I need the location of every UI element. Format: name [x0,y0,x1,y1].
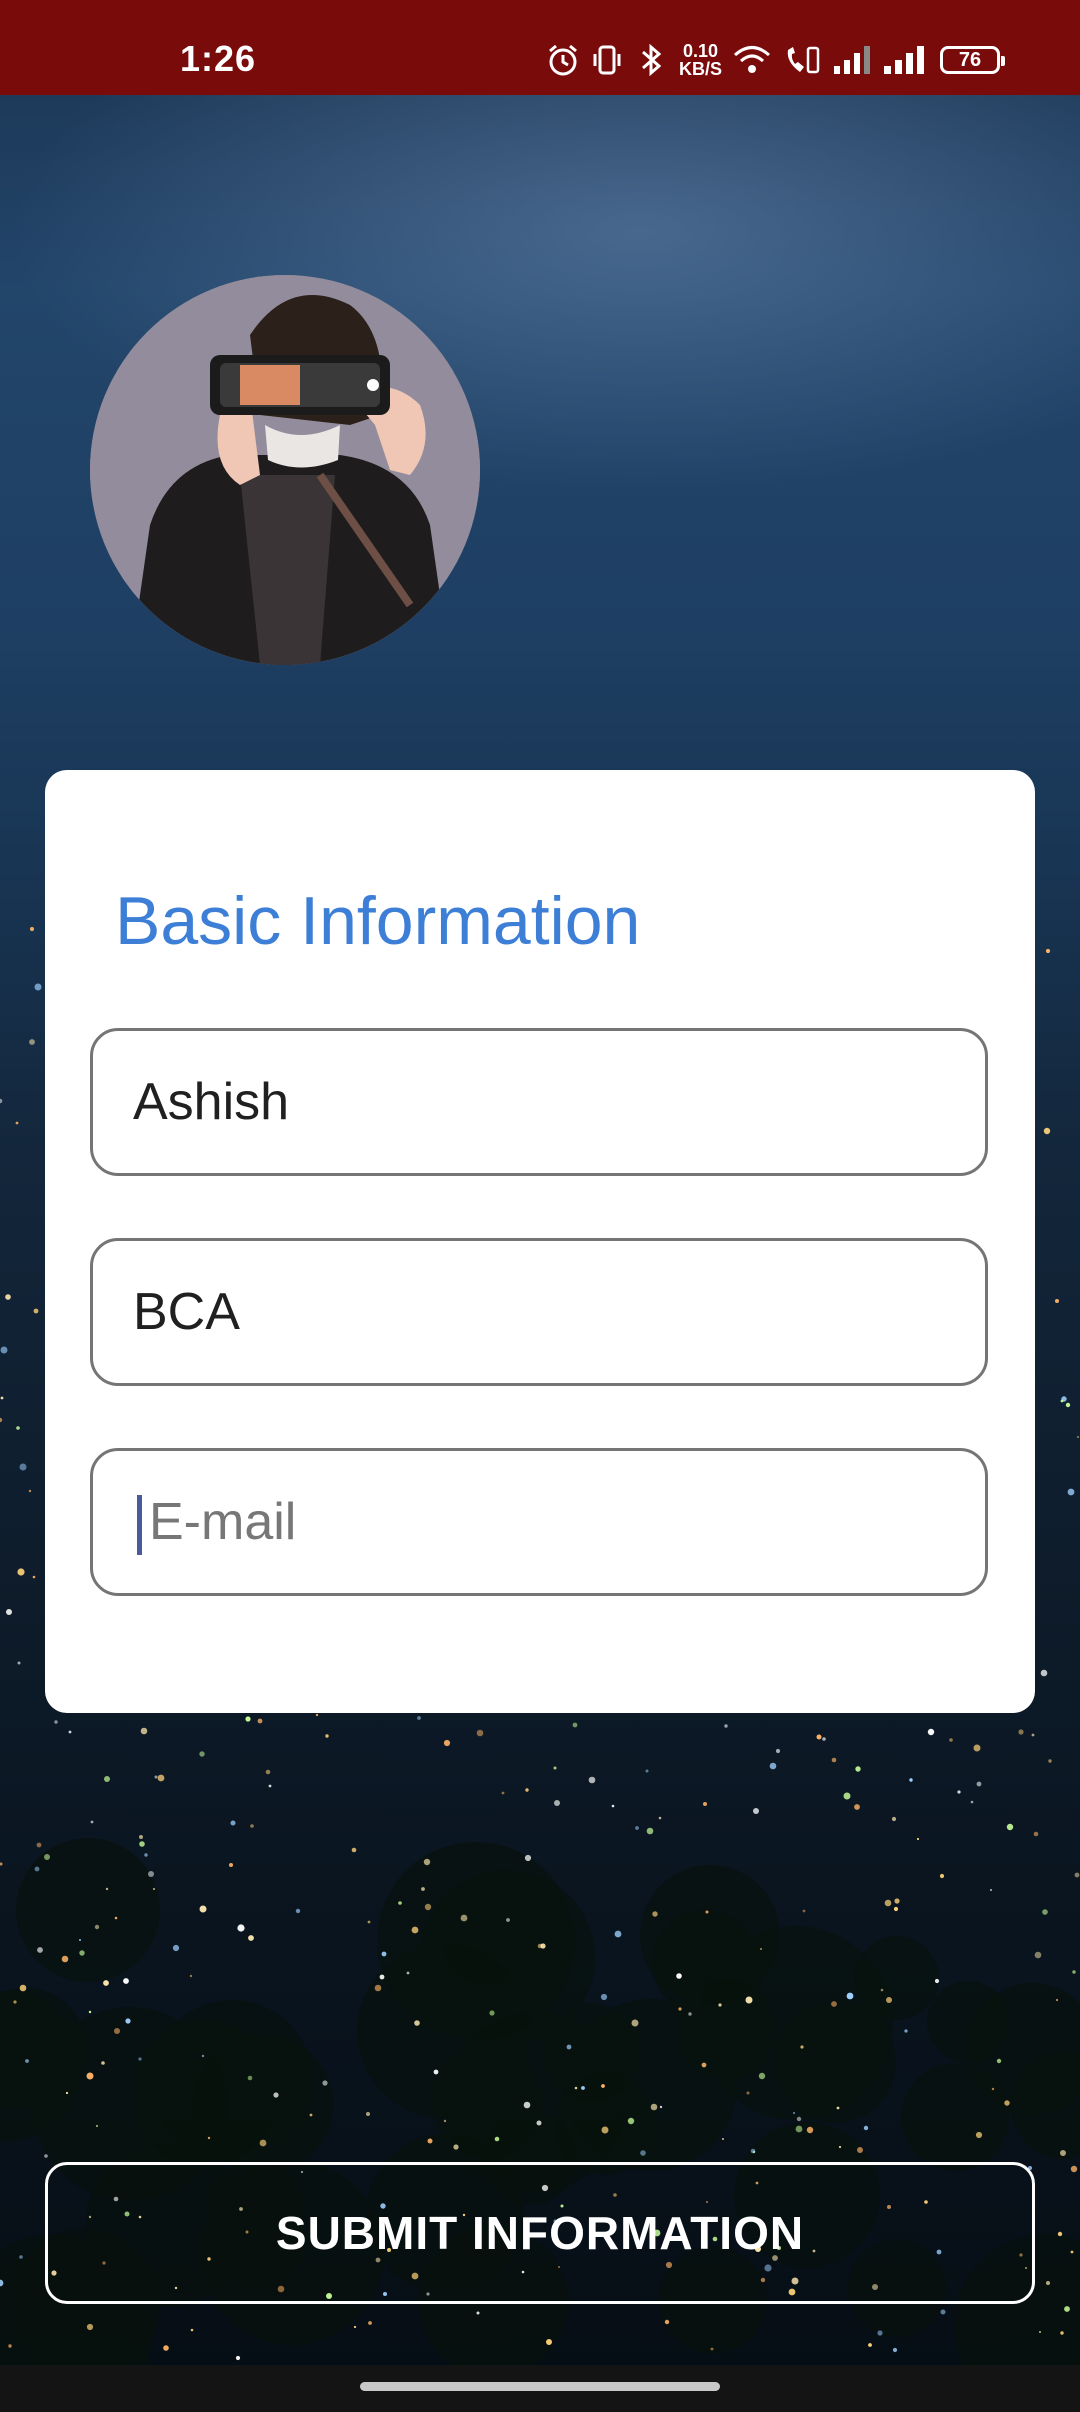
profile-avatar[interactable] [90,275,480,665]
battery-icon: 76 [940,46,1005,74]
signal-strength-sim2-icon [884,46,924,74]
submit-information-button[interactable]: SUBMIT INFORMATION [45,2162,1035,2304]
course-field[interactable] [90,1238,988,1386]
name-field[interactable] [90,1028,988,1176]
wifi-icon [734,46,770,73]
card-title: Basic Information [115,883,641,959]
email-input[interactable] [149,1451,969,1593]
person-with-camera-avatar-icon [90,275,480,665]
status-time: 1:26 [180,38,257,79]
status-icons: 0.10 KB/S 76 [545,40,1005,80]
navigation-bar [0,2365,1080,2412]
home-gesture-handle[interactable] [360,2382,720,2391]
vibrate-icon [593,45,621,75]
name-input[interactable] [133,1031,953,1173]
network-speed: 0.10 KB/S [678,41,722,79]
basic-info-card: Basic Information [45,770,1035,1713]
signal-strength-sim1-icon [834,46,870,74]
status-bar: 1:26 0.10 KB/S 76 [0,0,1080,95]
text-cursor [137,1495,142,1555]
alarm-icon [549,44,577,76]
email-field[interactable] [90,1448,988,1596]
wifi-calling-icon [787,46,820,74]
bluetooth-icon [641,43,662,77]
course-input[interactable] [133,1241,953,1383]
